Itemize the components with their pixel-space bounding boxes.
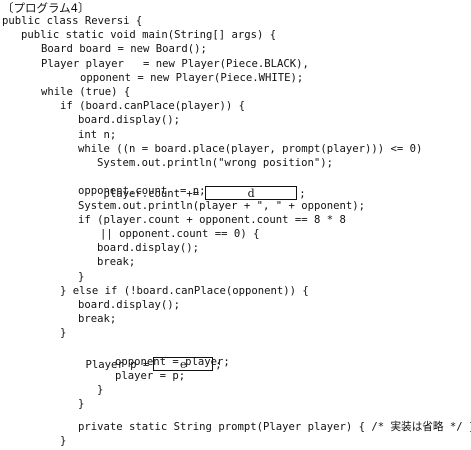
code-text: private static String prompt(Player play…: [78, 421, 391, 433]
code-text: */ }: [444, 421, 471, 433]
comment-japanese: 実装は省略: [391, 421, 444, 433]
code-line-break-2: break;: [78, 311, 116, 328]
code-line-break-1: break;: [97, 254, 135, 271]
code-line-prompt-method: private static String prompt(Player play…: [78, 419, 471, 436]
code-line-close-class: }: [60, 433, 66, 450]
document-page: 〔プログラム4〕 public class Reversi { public s…: [0, 0, 471, 437]
code-line-player-assign: player = p;: [115, 368, 185, 385]
code-line-close-4: }: [78, 396, 84, 413]
code-line-close-3: }: [97, 382, 103, 399]
